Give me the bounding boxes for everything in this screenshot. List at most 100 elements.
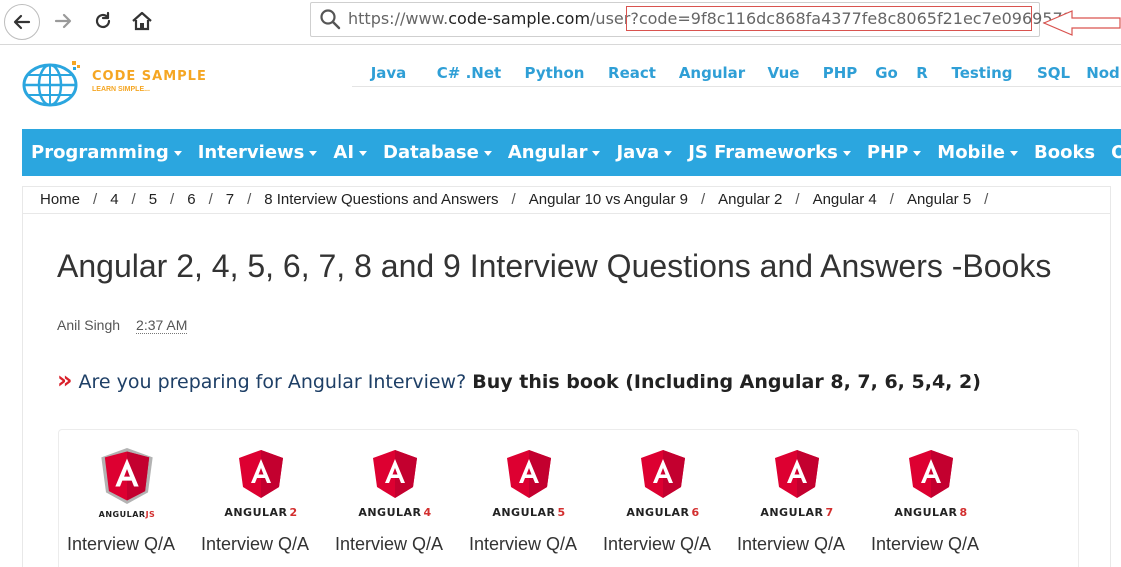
caret-down-icon	[913, 151, 922, 156]
book-card-brand-text: ANGULAR	[894, 506, 958, 519]
breadcrumb-item[interactable]: Angular 4	[813, 191, 877, 208]
top-link[interactable]: Testing	[940, 64, 1024, 86]
nav-item[interactable]: Books	[1034, 142, 1095, 163]
home-icon	[132, 11, 152, 31]
nav-item-label: Angular	[507, 142, 588, 163]
top-link[interactable]: C# .Net	[425, 64, 513, 86]
book-card[interactable]: ANGULAR 4 Interview Q/A	[335, 450, 455, 560]
nav-item-label: Mobile	[937, 142, 1005, 163]
caret-down-icon	[1010, 151, 1018, 156]
book-card[interactable]: ANGULAR 7 Interview Q/A	[737, 450, 857, 560]
nav-item[interactable]: JS Frameworks	[688, 142, 851, 163]
book-card-title[interactable]: Interview Q/A	[201, 534, 335, 555]
book-card[interactable]: ANGULAR 2 Interview Q/A	[201, 450, 321, 560]
book-card-brand-text: ANGULAR	[358, 506, 422, 519]
promo-mark: »	[57, 366, 73, 394]
book-card-version: 7	[825, 506, 834, 519]
nav-item[interactable]: Database	[383, 142, 492, 163]
caret-down-icon	[309, 151, 318, 156]
book-card-brand: ANGULARJS	[67, 510, 187, 519]
top-link[interactable]: Angular	[668, 64, 756, 86]
nav-item-label: AI	[333, 142, 355, 163]
book-card-brand: ANGULAR 6	[603, 506, 723, 519]
nav-item[interactable]: PHP	[867, 142, 922, 163]
breadcrumb-separator: /	[984, 191, 989, 208]
nav-item[interactable]: Programming	[31, 142, 182, 163]
nav-item-label: Database	[383, 142, 479, 163]
promo-line: » Are you preparing for Angular Interview…	[57, 366, 981, 394]
angular-logo-icon	[507, 450, 551, 498]
reload-button[interactable]	[86, 4, 120, 38]
top-link[interactable]: Python	[513, 64, 596, 86]
top-link[interactable]: R	[904, 64, 940, 86]
book-card-brand: ANGULAR 8	[871, 506, 991, 519]
top-link[interactable]: Go	[869, 64, 904, 86]
book-card-title[interactable]: Interview Q/A	[469, 534, 603, 555]
home-button[interactable]	[125, 4, 159, 38]
forward-button[interactable]	[46, 4, 80, 38]
back-button[interactable]	[4, 4, 40, 40]
book-card[interactable]: ANGULAR 6 Interview Q/A	[603, 450, 723, 560]
caret-down-icon	[483, 151, 492, 156]
book-card-version: 5	[557, 506, 566, 519]
book-card-title[interactable]: Interview Q/A	[67, 534, 201, 555]
caret-down-icon	[359, 151, 368, 156]
book-card-title[interactable]: Interview Q/A	[603, 534, 737, 555]
top-links: Java C# .Net Python React Angular Vue PHP Go R Te…	[352, 64, 1121, 86]
book-card-title[interactable]: Interview Q/A	[871, 534, 1005, 555]
page-title: Angular 2, 4, 5, 6, 7, 8 and 9 Interview…	[57, 248, 1052, 284]
nav-item[interactable]: Angular	[508, 142, 601, 163]
url-domain: code-sample.com	[448, 9, 591, 28]
globe-icon	[22, 61, 80, 107]
nav-item[interactable]: AI	[333, 142, 368, 163]
top-link[interactable]: Java	[352, 64, 425, 86]
nav-item[interactable]: Java	[616, 142, 673, 163]
caret-down-icon	[592, 151, 601, 156]
breadcrumb: Home / 4 / 5 / 6 / 7 / 8 Interview Questions and A…	[22, 186, 1111, 214]
book-card-version: 4	[423, 506, 432, 519]
post-author[interactable]: Anil Singh	[57, 317, 120, 333]
nav-item-label: Programming	[31, 142, 169, 163]
book-card-title[interactable]: Interview Q/A	[737, 534, 871, 555]
book-card[interactable]: ANGULARJS Interview Q/A	[67, 448, 187, 560]
book-card-brand-text: ANGULAR	[98, 510, 146, 519]
breadcrumb-item[interactable]: Angular 10 vs Angular 9	[529, 191, 688, 208]
book-card-version: JS	[145, 510, 156, 519]
book-card-version: 2	[289, 506, 298, 519]
address-bar[interactable]: https://www.code-sample.com/user?code=9f…	[310, 2, 1073, 37]
book-card-brand: ANGULAR 7	[737, 506, 857, 519]
book-cards: ANGULARJS Interview Q/A ANGULAR 2 Interview …	[58, 429, 1079, 567]
book-card-version: 8	[959, 506, 968, 519]
breadcrumb-item[interactable]: Angular 2	[718, 191, 782, 208]
book-card[interactable]: ANGULAR 5 Interview Q/A	[469, 450, 589, 560]
main-nav: Programming Interviews AI Database Angular Ja…	[22, 129, 1121, 176]
breadcrumb-item[interactable]: 5	[149, 191, 157, 208]
top-link[interactable]: SQL	[1024, 64, 1083, 86]
breadcrumb-item[interactable]: 4	[110, 191, 118, 208]
breadcrumb-separator: /	[131, 191, 136, 208]
book-card[interactable]: ANGULAR 8 Interview Q/A	[871, 450, 991, 560]
browser-toolbar: https://www.code-sample.com/user?code=9f…	[0, 0, 1121, 45]
angular-logo-icon	[909, 450, 953, 498]
top-link[interactable]: Vue	[756, 64, 811, 86]
caret-down-icon	[664, 151, 673, 156]
angular-logo-icon	[641, 450, 685, 498]
breadcrumb-item[interactable]: 8 Interview Questions and Answers	[264, 191, 498, 208]
breadcrumb-item[interactable]: 7	[226, 191, 234, 208]
nav-item[interactable]: Others	[1111, 142, 1121, 163]
top-links-divider	[352, 86, 1121, 87]
breadcrumb-item[interactable]: 6	[187, 191, 195, 208]
site-logo[interactable]: CODE SAMPLE LEARN SIMPLE...	[22, 55, 232, 111]
top-link[interactable]: Nod	[1083, 64, 1121, 86]
nav-item-label: Java	[616, 142, 660, 163]
post-time[interactable]: 2:37 AM	[136, 317, 188, 334]
breadcrumb-item[interactable]: Home	[40, 191, 80, 208]
promo-book-link[interactable]: Buy this book (Including Angular 8, 7, 6…	[472, 371, 981, 393]
top-link[interactable]: React	[596, 64, 668, 86]
book-card-brand-text: ANGULAR	[492, 506, 556, 519]
nav-item[interactable]: Interviews	[198, 142, 318, 163]
book-card-title[interactable]: Interview Q/A	[335, 534, 469, 555]
top-link[interactable]: PHP	[811, 64, 869, 86]
nav-item[interactable]: Mobile	[937, 142, 1018, 163]
breadcrumb-item[interactable]: Angular 5	[907, 191, 971, 208]
